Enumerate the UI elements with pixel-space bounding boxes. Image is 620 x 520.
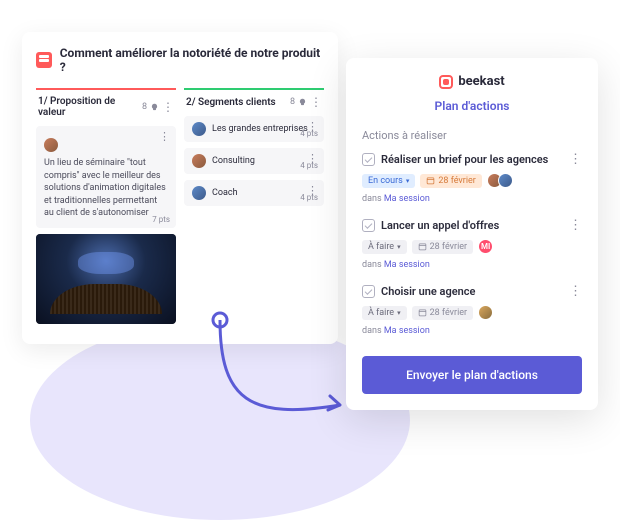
action-item: Lancer un appel d'offres ⋮ À faire▾ 28 f… [362,218,582,270]
card-points: 7 pts [152,215,170,224]
column-title: 1/ Proposition de valeur [38,96,142,118]
column-segments: 2/ Segments clients 8 ⋮ Les grandes entr… [184,88,324,330]
checkbox-icon[interactable] [362,219,375,232]
action-title[interactable]: Choisir une agence [381,285,563,298]
calendar-icon [418,308,427,317]
action-menu-icon[interactable]: ⋮ [569,152,582,167]
status-label: À faire [368,308,394,318]
board-icon [36,52,52,68]
action-menu-icon[interactable]: ⋮ [569,218,582,233]
avatar: MI [478,239,493,254]
chevron-down-icon: ▾ [406,177,410,185]
action-title[interactable]: Réaliser un brief pour les agences [381,153,563,166]
session-link[interactable]: Ma session [384,326,430,336]
send-plan-button[interactable]: Envoyer le plan d'actions [362,356,582,394]
column-menu-icon[interactable]: ⋮ [162,101,174,113]
date-label: 28 février [430,308,468,318]
calendar-icon [426,176,435,185]
action-plan-panel: beekast Plan d'actions Actions à réalise… [346,58,598,410]
card-count: 8 [290,97,295,107]
idea-card[interactable]: Consulting ⋮ 4 pts [184,148,324,174]
card-text: Un lieu de séminaire "tout compris" avec… [44,157,168,220]
panel-title: Plan d'actions [362,99,582,113]
conference-image [36,234,176,324]
avatar [478,305,493,320]
board-header: Comment améliorer la notoriété de notre … [36,46,324,74]
card-points: 4 pts [300,193,318,202]
calendar-icon [418,242,427,251]
status-label: À faire [368,242,394,252]
section-label: Actions à réaliser [362,129,582,142]
idea-card[interactable]: Coach ⋮ 4 pts [184,180,324,206]
brand-icon [439,75,453,89]
column-title: 2/ Segments clients [186,97,276,108]
column-meta: 8 ⋮ [290,96,322,108]
status-select[interactable]: À faire▾ [362,306,407,320]
assignees[interactable]: MI [478,239,493,254]
bulb-icon [298,98,307,107]
checkbox-icon[interactable] [362,153,375,166]
image-card[interactable] [36,234,176,324]
session-link[interactable]: Ma session [384,194,430,204]
card-text: Les grandes entreprises [212,124,308,134]
action-title[interactable]: Lancer un appel d'offres [381,219,563,232]
assignees[interactable] [487,173,513,188]
brand-name: beekast [458,74,504,89]
avatar [498,173,513,188]
column-menu-icon[interactable]: ⋮ [310,96,322,108]
card-text: Coach [212,188,238,198]
chevron-down-icon: ▾ [397,309,401,317]
date-chip[interactable]: 28 février [412,306,474,320]
action-item: Choisir une agence ⋮ À faire▾ 28 février… [362,284,582,336]
column-value-prop: 1/ Proposition de valeur 8 ⋮ ⋮ Un lieu d… [36,88,176,330]
chevron-down-icon: ▾ [397,243,401,251]
status-select[interactable]: À faire▾ [362,240,407,254]
bulb-icon [150,103,159,112]
column-meta: 8 ⋮ [142,101,174,113]
idea-card[interactable]: Les grandes entreprises ⋮ 4 pts [184,116,324,142]
assignees[interactable] [478,305,493,320]
card-points: 4 pts [300,129,318,138]
action-item: Réaliser un brief pour les agences ⋮ En … [362,152,582,204]
action-menu-icon[interactable]: ⋮ [569,284,582,299]
card-count: 8 [142,102,147,112]
column-header[interactable]: 2/ Segments clients 8 ⋮ [184,88,324,116]
brand: beekast [362,74,582,89]
date-chip[interactable]: 28 février [412,240,474,254]
status-label: En cours [368,176,403,186]
avatar [192,186,206,200]
board-title: Comment améliorer la notoriété de notre … [60,46,324,74]
status-select[interactable]: En cours▾ [362,174,415,188]
checkbox-icon[interactable] [362,285,375,298]
avatar [192,154,206,168]
column-header[interactable]: 1/ Proposition de valeur 8 ⋮ [36,88,176,126]
kanban-board: Comment améliorer la notoriété de notre … [22,32,338,344]
card-points: 4 pts [300,161,318,170]
session-link-row: dans Ma session [362,260,582,270]
card-menu-icon[interactable]: ⋮ [159,130,170,143]
session-link-row: dans Ma session [362,326,582,336]
session-link[interactable]: Ma session [384,260,430,270]
card-text: Consulting [212,156,255,166]
date-label: 28 février [438,176,476,186]
session-link-row: dans Ma session [362,194,582,204]
avatar [44,138,58,152]
date-chip[interactable]: 28 février [420,174,482,188]
idea-card[interactable]: ⋮ Un lieu de séminaire "tout compris" av… [36,126,176,228]
date-label: 28 février [430,242,468,252]
avatar [192,122,206,136]
